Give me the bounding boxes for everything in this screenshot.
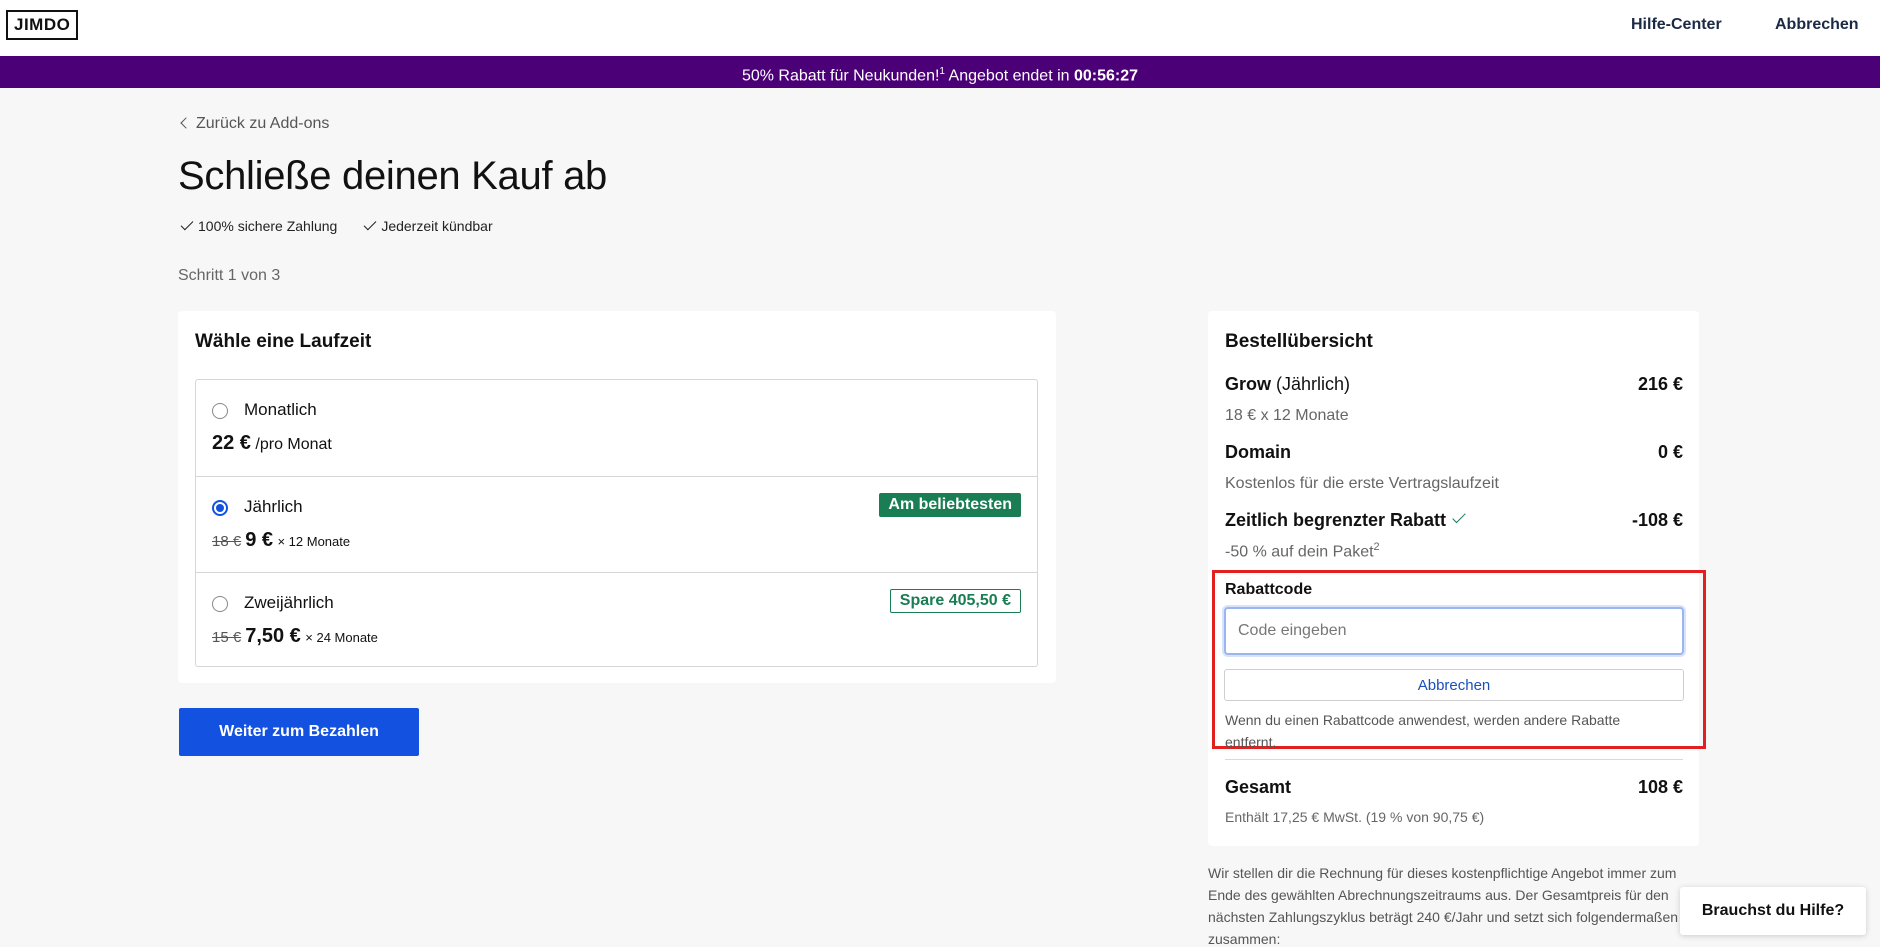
promo-text: 50% Rabatt für Neukunden! [741, 67, 940, 85]
summary-heading: Bestellübersicht [1225, 331, 1373, 352]
plan-option-biennial[interactable]: Zweijährlich Spare 405,50 € 15 €7,50 € ×… [196, 572, 1037, 668]
total-name: Gesamt [1225, 777, 1292, 797]
radio-yearly[interactable] [212, 500, 228, 516]
jimdo-logo[interactable]: JIMDO [6, 10, 79, 40]
step-indicator: Schritt 1 von 3 [178, 267, 281, 284]
total-amount: 108 € [1637, 777, 1683, 797]
discount-name: Zeitlich begrenzter Rabatt [1225, 510, 1447, 530]
plan-card: Wähle eine Laufzeit Monatlich 22 € /pro … [178, 311, 1056, 683]
grow-name: Grow [1225, 374, 1272, 394]
grow-detail: 18 € x 12 Monate [1225, 407, 1349, 424]
summary-row-grow: Grow (Jährlich) 216 € [1225, 374, 1683, 395]
plan-option-monthly[interactable]: Monatlich 22 € /pro Monat [196, 380, 1037, 476]
promo-offer-ends: Angebot endet in [948, 67, 1070, 85]
plan-unit: /pro Monat [255, 436, 332, 453]
plan-option-price: 18 €9 € × 12 Monate [212, 529, 350, 552]
header-cancel-link[interactable]: Abbrechen [1775, 16, 1859, 34]
promo-footnote: 1 [939, 66, 945, 77]
grow-amount: 216 € [1637, 374, 1683, 394]
plan-price: 9 € [245, 529, 274, 551]
vat-detail: Enthält 17,25 € MwSt. (19 % von 90,75 €) [1225, 809, 1485, 825]
check-icon [180, 217, 194, 231]
plan-price: 7,50 € [245, 625, 301, 647]
chevron-left-icon [180, 117, 192, 129]
plan-option-label: Zweijährlich [244, 593, 334, 612]
continue-to-payment-button[interactable]: Weiter zum Bezahlen [179, 708, 419, 756]
promo-code-input[interactable] [1224, 607, 1684, 655]
trust-checks: 100% sichere Zahlung Jederzeit kündbar [180, 217, 493, 234]
trust-item-cancel: Jederzeit kündbar [363, 217, 493, 234]
promo-banner: 50% Rabatt für Neukunden!1 Angebot endet… [0, 56, 1880, 88]
discount-amount: -108 € [1631, 510, 1683, 530]
trust-secure-label: 100% sichere Zahlung [198, 218, 338, 234]
check-icon [363, 217, 377, 231]
trust-cancel-label: Jederzeit kündbar [381, 218, 493, 234]
discount-detail-text: -50 % auf dein Paket [1225, 543, 1374, 561]
back-to-addons-link[interactable]: Zurück zu Add-ons [180, 115, 330, 133]
promo-cancel-button[interactable]: Abbrechen [1224, 669, 1684, 701]
plan-option-yearly[interactable]: Jährlich Am beliebtesten 18 €9 € × 12 Mo… [196, 476, 1037, 572]
grow-cycle: (Jährlich) [1276, 374, 1351, 394]
discount-detail: -50 % auf dein Paket2 [1225, 541, 1380, 561]
promo-countdown: 00:56:27 [1074, 67, 1139, 85]
plan-options: Monatlich 22 € /pro Monat Jährlich Am be… [195, 379, 1038, 667]
savings-badge: Spare 405,50 € [889, 589, 1021, 613]
radio-biennial[interactable] [212, 596, 228, 612]
promo-code-section: Rabattcode Abbrechen Wenn du einen Rabat… [1212, 570, 1706, 750]
back-label: Zurück zu Add-ons [196, 115, 330, 132]
radio-monthly[interactable] [212, 403, 228, 419]
summary-row-domain: Domain 0 € [1225, 442, 1683, 463]
discount-footnote: 2 [1373, 541, 1380, 553]
plan-option-label: Monatlich [244, 400, 317, 419]
domain-amount: 0 € [1657, 442, 1683, 462]
order-summary-card: Bestellübersicht Grow (Jährlich) 216 € 1… [1208, 311, 1706, 846]
help-center-link[interactable]: Hilfe-Center [1631, 16, 1722, 34]
domain-name: Domain [1225, 442, 1292, 462]
top-header: JIMDO Hilfe-Center Abbrechen [0, 0, 1880, 56]
billing-legal-text: Wir stellen dir die Rechnung für dieses … [1208, 865, 1679, 947]
plan-heading: Wähle eine Laufzeit [195, 331, 372, 352]
check-icon [1452, 509, 1466, 524]
plan-unit: × 24 Monate [305, 630, 378, 645]
promo-code-note: Wenn du einen Rabattcode anwendest, werd… [1225, 712, 1621, 750]
most-popular-badge: Am beliebtesten [879, 493, 1021, 517]
plan-option-price: 22 € /pro Monat [212, 432, 332, 455]
summary-row-discount: Zeitlich begrenzter Rabatt -108 € [1225, 509, 1683, 531]
plan-unit: × 12 Monate [277, 534, 351, 549]
trust-item-secure: 100% sichere Zahlung [180, 217, 338, 234]
summary-divider [1225, 759, 1683, 760]
plan-option-price: 15 €7,50 € × 24 Monate [212, 625, 378, 648]
domain-detail: Kostenlos für die erste Vertragslaufzeit [1225, 475, 1499, 492]
plan-price: 22 € [212, 432, 251, 454]
help-widget-button[interactable]: Brauchst du Hilfe? [1680, 887, 1866, 935]
plan-old-price: 18 € [212, 533, 242, 550]
plan-option-label: Jährlich [244, 497, 303, 516]
summary-row-total: Gesamt 108 € [1225, 777, 1683, 798]
promo-code-label: Rabattcode [1225, 581, 1313, 598]
page-title: Schließe deinen Kauf ab [178, 154, 607, 198]
plan-old-price: 15 € [212, 629, 242, 646]
